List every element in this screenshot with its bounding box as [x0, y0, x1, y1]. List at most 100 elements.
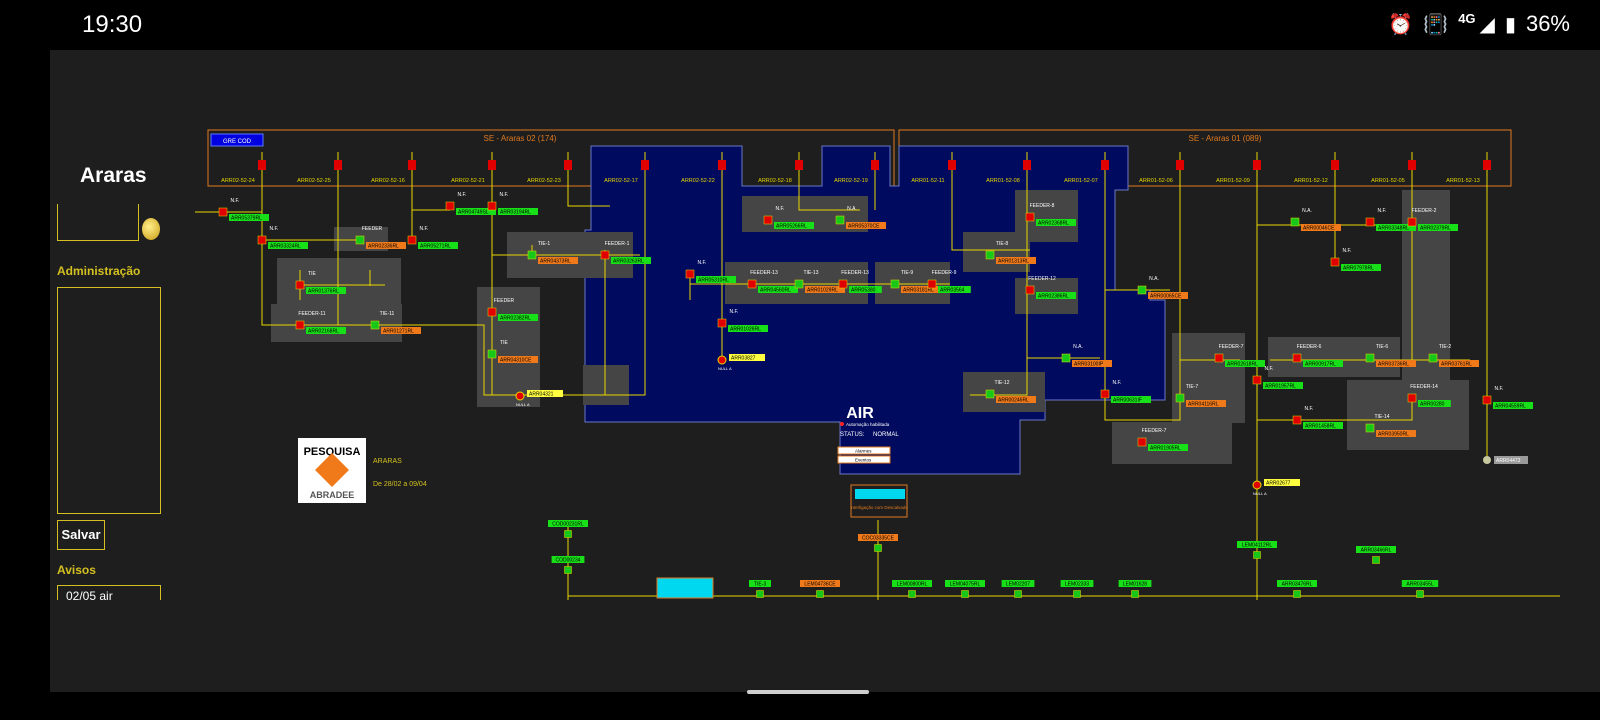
- recloser-arr04321[interactable]: [515, 391, 525, 401]
- switch-id-label: ARR05370CE: [848, 224, 880, 230]
- breaker-arr02-52-21[interactable]: [488, 160, 496, 170]
- bottom-switch-cod00231rl[interactable]: [564, 530, 572, 538]
- recloser-arr02677[interactable]: [1252, 480, 1262, 490]
- switch-arr00631if[interactable]: [1100, 389, 1110, 399]
- breaker-label: ARR02-52-17: [604, 178, 638, 184]
- switch-arr01376rl[interactable]: [295, 280, 305, 290]
- breaker-arr01-52-09[interactable]: [1253, 160, 1261, 170]
- breaker-arr01-52-11[interactable]: [948, 160, 956, 170]
- switch-arr05370ce[interactable]: [835, 215, 845, 225]
- switch-state-label: FEEDER-6: [1297, 344, 1322, 350]
- breaker-arr01-52-12[interactable]: [1331, 160, 1339, 170]
- switch-arr00246rl[interactable]: [985, 389, 995, 399]
- breaker-arr02-52-17[interactable]: [641, 160, 649, 170]
- switch-arr02336rl[interactable]: [355, 235, 365, 245]
- switch-arr05379rl[interactable]: [218, 207, 228, 217]
- breaker-arr02-52-22[interactable]: [718, 160, 726, 170]
- switch-arr03736rl[interactable]: [1365, 353, 1375, 363]
- switch-arr01313rl[interactable]: [985, 250, 995, 260]
- bottom-switch-lem00800rl[interactable]: [908, 590, 916, 598]
- switch-arr01271rl[interactable]: [370, 320, 380, 330]
- switch-arr00280[interactable]: [1407, 393, 1417, 403]
- switch-id-label: ARR01026RL: [730, 327, 761, 333]
- bottom-switch-lem04112rl[interactable]: [1253, 551, 1261, 559]
- breaker-arr01-52-05[interactable]: [1408, 160, 1416, 170]
- switch-arr03100ip[interactable]: [1061, 353, 1071, 363]
- promo-city: ARARAS: [373, 458, 402, 465]
- bottom-switch-tie-3[interactable]: [756, 590, 764, 598]
- switch-state-label: N.F.: [1265, 366, 1274, 372]
- breaker-arr01-52-06[interactable]: [1176, 160, 1184, 170]
- switch-arr01957rl[interactable]: [1252, 375, 1262, 385]
- breaker-label: ARR01-52-12: [1294, 178, 1328, 184]
- switch-arr00917rl[interactable]: [1292, 353, 1302, 363]
- switch-arr03194rl[interactable]: [487, 201, 497, 211]
- switch-arr02386rl[interactable]: [1025, 285, 1035, 295]
- bottom-switch-arr03476rl[interactable]: [1293, 590, 1301, 598]
- switch-arr02382rl[interactable]: [487, 307, 497, 317]
- switch-arr04310ce[interactable]: [487, 349, 497, 359]
- switch-arr04373rl[interactable]: [527, 250, 537, 260]
- switch-arr07978rl[interactable]: [1330, 257, 1340, 267]
- switch-arr03950rl[interactable]: [1365, 423, 1375, 433]
- switch-arr01905rl[interactable]: [1137, 437, 1147, 447]
- switch-arr04559rl[interactable]: [1482, 395, 1492, 405]
- switch-id-label: ARR00065CE: [1150, 294, 1182, 300]
- bottom-switch-coc03335ce[interactable]: [874, 544, 882, 552]
- breaker-arr02-52-18[interactable]: [795, 160, 803, 170]
- bottom-switch-lem01628[interactable]: [1131, 590, 1139, 598]
- switch-id-label: ARR00280: [1420, 402, 1445, 408]
- switch-arr03761rl[interactable]: [1428, 353, 1438, 363]
- switch-arr02618rl[interactable]: [1214, 353, 1224, 363]
- bottom-switch-cod00234[interactable]: [564, 566, 572, 574]
- switch-arr01029rl[interactable]: [794, 279, 804, 289]
- switch-arr04560rl[interactable]: [747, 279, 757, 289]
- bottom-switch-lem02207[interactable]: [1014, 590, 1022, 598]
- switch-id-label: ARR02368RL: [1038, 221, 1069, 227]
- switch-arr02168rl[interactable]: [295, 320, 305, 330]
- switch-arr04749sl[interactable]: [445, 201, 455, 211]
- interconnect-header[interactable]: [855, 489, 905, 499]
- alarm-icon: ⏰: [1388, 13, 1414, 36]
- switch-arr05310rl[interactable]: [685, 269, 695, 279]
- bottom-switch-lem02333[interactable]: [1073, 590, 1081, 598]
- breaker-arr02-52-23[interactable]: [564, 160, 572, 170]
- breaker-arr02-52-16[interactable]: [408, 160, 416, 170]
- gre-cod-label: GRE COD: [223, 139, 252, 145]
- switch-arr03348rl[interactable]: [1365, 217, 1375, 227]
- bottom-switch-lem04736ce[interactable]: [816, 590, 824, 598]
- network-type: 4G: [1458, 10, 1476, 26]
- switch-id-label: ARR03564: [940, 288, 965, 294]
- breaker-arr01-52-07[interactable]: [1101, 160, 1109, 170]
- switch-arr05380[interactable]: [838, 279, 848, 289]
- switch-id-label: ARR05379RL: [231, 216, 262, 222]
- recloser-arr03827[interactable]: [717, 355, 727, 365]
- switch-arr05271rl[interactable]: [407, 235, 417, 245]
- switch-arr05266rl[interactable]: [763, 215, 773, 225]
- switch-arr03564[interactable]: [927, 279, 937, 289]
- breaker-arr02-52-24[interactable]: [258, 160, 266, 170]
- recloser-label: ARR04321: [529, 392, 554, 398]
- bottom-switch-lem04075rl[interactable]: [961, 590, 969, 598]
- breaker-arr02-52-19[interactable]: [871, 160, 879, 170]
- switch-arr02379rl[interactable]: [1407, 217, 1417, 227]
- switch-arr00046ce[interactable]: [1290, 217, 1300, 227]
- breaker-arr01-52-13[interactable]: [1483, 160, 1491, 170]
- switch-arr03181rl[interactable]: [890, 279, 900, 289]
- breaker-arr02-52-25[interactable]: [334, 160, 342, 170]
- device-arr04473[interactable]: [1483, 456, 1491, 464]
- switch-arr00065ce[interactable]: [1137, 285, 1147, 295]
- switch-arr01026rl[interactable]: [717, 318, 727, 328]
- bottom-cyan-box[interactable]: [656, 577, 714, 599]
- recloser-label: ARR02677: [1266, 481, 1291, 487]
- bottom-switch-arr03455l[interactable]: [1416, 590, 1424, 598]
- home-gesture-pill[interactable]: [747, 690, 869, 694]
- switch-arr03324rl[interactable]: [257, 235, 267, 245]
- switch-arr04116rl[interactable]: [1175, 393, 1185, 403]
- switch-arr01458rl[interactable]: [1292, 415, 1302, 425]
- switch-state-label: N.F.: [458, 192, 467, 198]
- switch-arr03263rl[interactable]: [600, 250, 610, 260]
- breaker-arr01-52-08[interactable]: [1023, 160, 1031, 170]
- bottom-switch-arr03466rl[interactable]: [1372, 556, 1380, 564]
- switch-arr02368rl[interactable]: [1025, 212, 1035, 222]
